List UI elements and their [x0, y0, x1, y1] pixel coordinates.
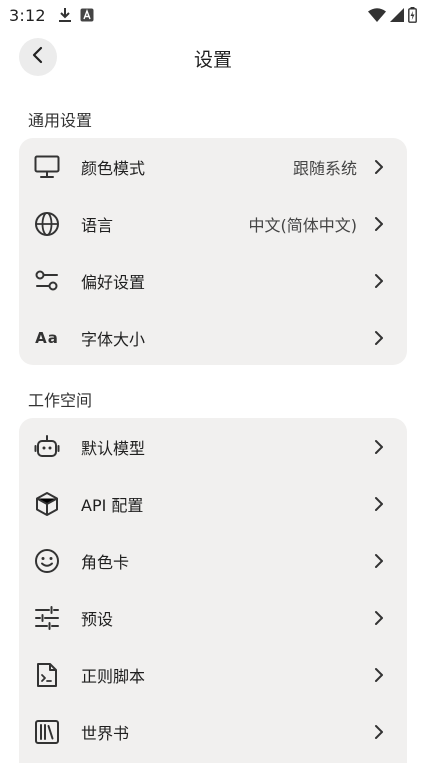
row-label: 正则脚本	[81, 666, 146, 686]
setting-row-preferences[interactable]: 偏好设置	[19, 252, 407, 309]
status-right-icons	[368, 7, 417, 23]
row-label: 颜色模式	[81, 158, 146, 178]
row-label: 角色卡	[81, 552, 130, 572]
row-label: 字体大小	[81, 329, 146, 349]
robot-icon	[33, 433, 61, 461]
workspace-card: 默认模型 API 配置 角色卡 预设 正则脚本 世界书	[19, 418, 407, 763]
row-label: 预设	[81, 609, 114, 629]
section-title-workspace: 工作空间	[28, 391, 93, 410]
setting-row-presets[interactable]: 预设	[19, 589, 407, 646]
row-label: 默认模型	[81, 438, 146, 458]
toggles-icon	[33, 267, 61, 295]
signal-icon	[390, 8, 404, 22]
chevron-right-icon	[373, 609, 385, 627]
general-settings-card: 颜色模式 跟随系统 语言 中文(简体中文) 偏好设置 Aa 字体大小	[19, 138, 407, 365]
wifi-icon	[368, 8, 386, 22]
row-label: API 配置	[81, 495, 144, 515]
setting-row-regex-scripts[interactable]: 正则脚本	[19, 646, 407, 703]
setting-row-language[interactable]: 语言 中文(简体中文)	[19, 195, 407, 252]
chevron-right-icon	[373, 272, 385, 290]
chevron-right-icon	[373, 552, 385, 570]
row-value: 中文(简体中文)	[248, 215, 358, 235]
setting-row-font-size[interactable]: Aa 字体大小	[19, 309, 407, 366]
setting-row-default-model[interactable]: 默认模型	[19, 418, 407, 475]
monitor-icon	[33, 153, 61, 181]
chevron-right-icon	[373, 723, 385, 741]
setting-row-api-config[interactable]: API 配置	[19, 475, 407, 532]
page-title: 设置	[193, 49, 232, 71]
cube-icon	[33, 490, 61, 518]
status-bar: 3:12	[0, 0, 426, 30]
font-size-glyph: Aa	[35, 328, 59, 347]
row-value: 跟随系统	[292, 158, 357, 178]
chevron-right-icon	[373, 158, 385, 176]
terminal-file-icon	[33, 661, 61, 689]
chevron-right-icon	[373, 215, 385, 233]
row-label: 偏好设置	[81, 272, 146, 292]
row-label: 世界书	[81, 723, 130, 743]
font-size-icon: Aa	[33, 324, 61, 352]
setting-row-color-mode[interactable]: 颜色模式 跟随系统	[19, 138, 407, 195]
chevron-right-icon	[373, 329, 385, 347]
smiley-icon	[33, 547, 61, 575]
status-time: 3:12	[9, 5, 46, 25]
download-icon	[58, 7, 72, 23]
globe-icon	[33, 210, 61, 238]
setting-row-character-card[interactable]: 角色卡	[19, 532, 407, 589]
chevron-right-icon	[373, 438, 385, 456]
setting-row-world-book[interactable]: 世界书	[19, 703, 407, 760]
section-title-general: 通用设置	[28, 111, 93, 130]
bookshelf-icon	[33, 718, 61, 746]
row-label: 语言	[81, 215, 114, 235]
battery-charging-icon	[408, 7, 417, 23]
chevron-right-icon	[373, 495, 385, 513]
header: 设置	[0, 36, 426, 80]
status-left-icons	[58, 7, 94, 23]
app-notification-icon	[80, 8, 94, 22]
chevron-right-icon	[373, 666, 385, 684]
sliders-icon	[33, 604, 61, 632]
